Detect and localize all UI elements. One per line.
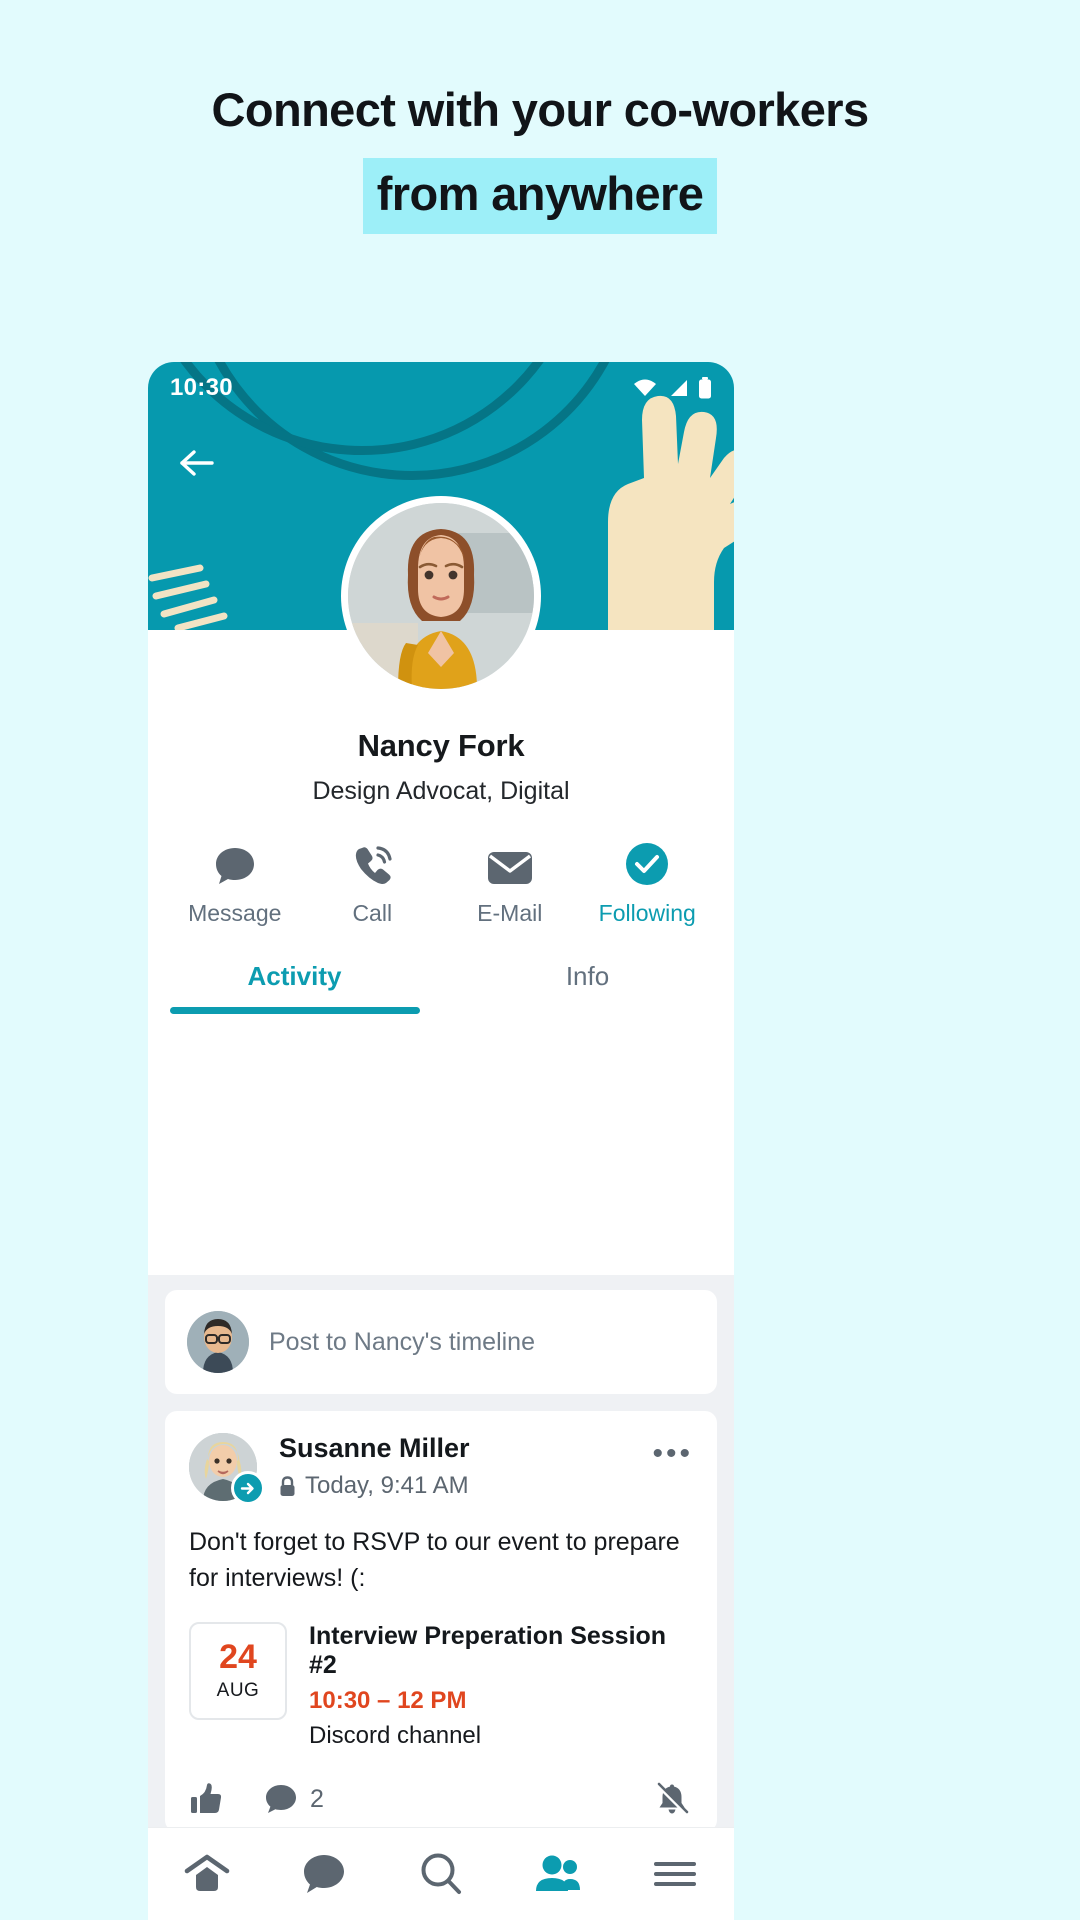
- event-location: Discord channel: [309, 1722, 482, 1749]
- comment-button[interactable]: 2: [265, 1784, 324, 1814]
- chat-bubble-icon: [166, 842, 304, 886]
- message-button[interactable]: Message: [166, 842, 304, 927]
- lock-icon: [280, 1475, 295, 1496]
- chat-icon: [303, 1855, 344, 1893]
- event-title: Interview Preperation Session #2: [309, 1622, 667, 1679]
- email-button[interactable]: E-Mail: [441, 842, 579, 927]
- composer-card[interactable]: Post to Nancy's timeline: [165, 1290, 717, 1394]
- post-timestamp: Today, 9:41 AM: [305, 1472, 469, 1499]
- event-day: 24: [219, 1638, 257, 1676]
- comment-bubble-icon: [266, 1785, 296, 1813]
- post-author-name[interactable]: Susanne Miller: [279, 1433, 652, 1464]
- back-arrow-icon: [180, 450, 214, 476]
- back-button[interactable]: [174, 440, 220, 486]
- page-title: Connect with your co-workers from anywhe…: [0, 78, 1080, 234]
- phone-icon: [304, 842, 442, 886]
- profile-name: Nancy Fork: [357, 728, 525, 763]
- search-icon: [421, 1853, 461, 1894]
- composer-placeholder[interactable]: Post to Nancy's timeline: [269, 1328, 535, 1357]
- home-icon: [184, 1854, 229, 1891]
- nav-chat[interactable]: [265, 1853, 382, 1895]
- tab-info[interactable]: Info: [441, 961, 734, 1014]
- email-label: E-Mail: [477, 900, 543, 926]
- share-arrow-icon: [231, 1471, 265, 1505]
- more-options-icon[interactable]: •••: [652, 1433, 693, 1469]
- post-actions: 2: [189, 1776, 693, 1816]
- cellular-icon: [671, 380, 687, 396]
- status-bar: 10:30: [148, 362, 734, 414]
- event-date-block: 24 AUG: [189, 1622, 287, 1720]
- bottom-navigation: [148, 1827, 734, 1920]
- thumbs-up-icon: [191, 1783, 222, 1813]
- call-button[interactable]: Call: [304, 842, 442, 927]
- post-body: Don't forget to RSVP to our event to pre…: [189, 1528, 680, 1592]
- event-card[interactable]: 24 AUG Interview Preperation Session #2 …: [189, 1622, 693, 1750]
- status-time: 10:30: [170, 374, 233, 401]
- battery-icon: [699, 377, 711, 399]
- nav-people[interactable]: [500, 1854, 617, 1894]
- profile-tabs: Activity Info: [148, 961, 734, 1014]
- check-circle-icon: [579, 842, 717, 886]
- headline-line-2: from anywhere: [362, 157, 718, 234]
- phone-mockup: 10:30 Nancy Fork Design Advocat, Digital…: [148, 362, 734, 1920]
- people-icon: [536, 1855, 581, 1891]
- profile-actions: Message Call E-Mail Following: [148, 842, 734, 927]
- post-author-avatar[interactable]: [189, 1433, 265, 1505]
- following-label: Following: [598, 900, 696, 926]
- comment-count: 2: [310, 1784, 324, 1813]
- event-time: 10:30 – 12 PM: [309, 1687, 467, 1714]
- nav-search[interactable]: [382, 1852, 499, 1896]
- call-label: Call: [352, 900, 393, 926]
- composer-avatar: [187, 1311, 249, 1373]
- avatar[interactable]: [341, 496, 541, 696]
- envelope-icon: [441, 842, 579, 886]
- decorative-dashes: [148, 564, 228, 630]
- nav-home[interactable]: [148, 1853, 265, 1895]
- following-button[interactable]: Following: [579, 842, 717, 927]
- like-button[interactable]: [189, 1782, 223, 1816]
- profile-photo: [348, 503, 534, 689]
- post-card: Susanne Miller Today, 9:41 AM ••• Don't …: [165, 1411, 717, 1832]
- notify-button[interactable]: [655, 1782, 689, 1816]
- profile-role: Design Advocat, Digital: [312, 777, 570, 805]
- menu-icon: [654, 1862, 697, 1886]
- tab-indicator: [170, 1007, 420, 1014]
- wifi-icon: [634, 379, 656, 396]
- post-header: Susanne Miller Today, 9:41 AM •••: [189, 1433, 693, 1505]
- event-month: AUG: [216, 1680, 260, 1701]
- nav-menu[interactable]: [617, 1858, 734, 1890]
- bell-slash-icon: [656, 1782, 689, 1815]
- message-label: Message: [188, 900, 282, 926]
- headline-line-1: Connect with your co-workers: [211, 83, 870, 136]
- activity-feed: Post to Nancy's timeline Susanne Miller …: [148, 1275, 734, 1889]
